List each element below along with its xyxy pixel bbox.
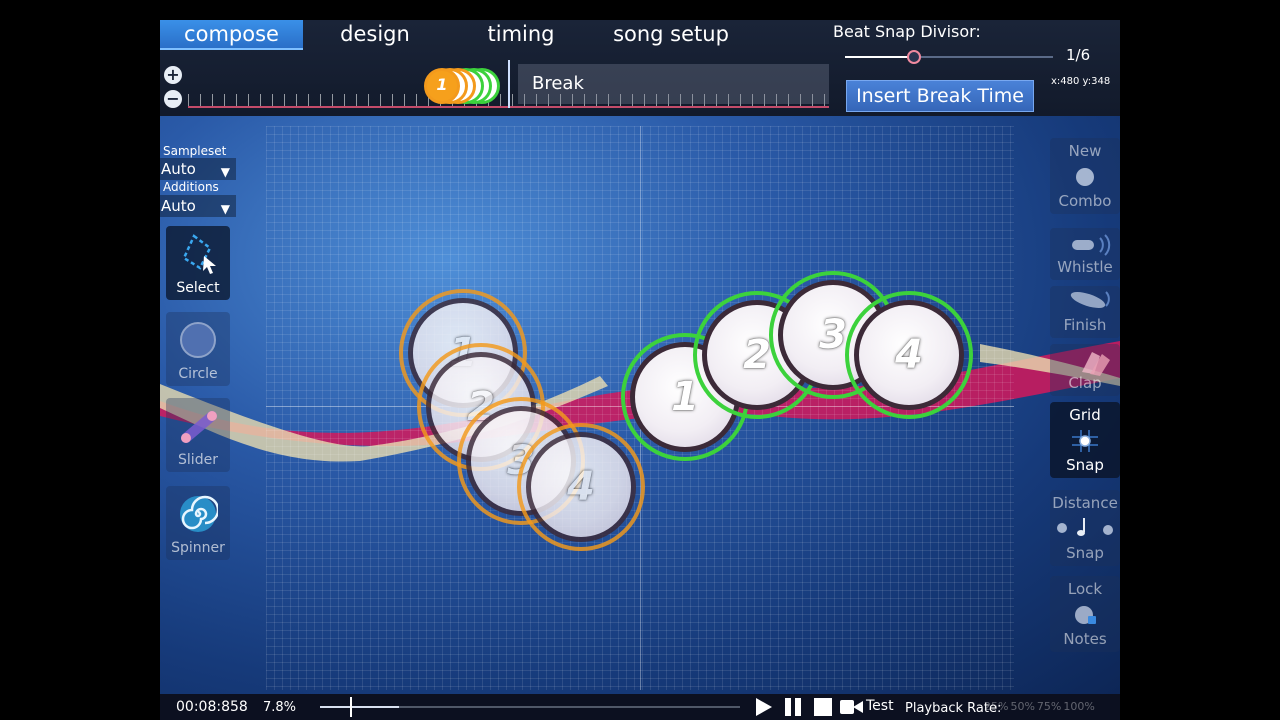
combo-number: 4 [567,464,595,510]
playback-rate-options: 25% 50% 75% 100% [984,700,1095,713]
whistle-label: Whistle [1057,258,1113,276]
playback-rate-option[interactable]: 50% [1010,700,1034,713]
break-label: Break [532,73,584,94]
current-time: 00:08:858 [176,699,248,715]
finish-label: Finish [1063,316,1107,334]
clap-label: Clap [1068,374,1102,392]
additions-label: Additions [163,180,219,194]
tab-compose[interactable]: compose [160,20,303,50]
hit-circle[interactable]: 4 [845,291,973,419]
sampleset-dropdown[interactable]: Auto ▼ [160,158,236,180]
playfield[interactable]: 1 2 3 4 1 2 3 4 Sampleset Auto ▼ Additio… [160,116,1120,694]
tab-song-setup[interactable]: song setup [595,20,747,50]
top-bar: compose design timing song setup + − Bre… [160,20,1120,116]
camera-icon [840,700,863,714]
grid-snap-label-bottom: Snap [1066,456,1104,474]
insert-break-time-button[interactable]: Insert Break Time [846,80,1034,112]
grid-snap-toggle[interactable]: Grid Snap [1050,402,1120,478]
new-combo-icon [1076,168,1094,186]
timeline[interactable]: Break 1 [188,60,829,108]
chevron-down-icon: ▼ [220,165,230,179]
timeline-note-number: 1 [436,75,448,94]
mode-tabs: compose design timing song setup [160,20,747,50]
timeline-current-position[interactable] [508,60,510,108]
chevron-down-icon: ▼ [220,202,230,216]
whistle-toggle[interactable]: Whistle [1050,228,1120,280]
clap-icon [1082,352,1110,376]
pause-icon[interactable] [784,698,802,716]
editor-window: compose design timing song setup + − Bre… [160,20,1120,720]
tool-select-label: Select [176,280,220,296]
circle-icon [180,322,216,358]
tool-spinner[interactable]: Spinner [166,486,230,560]
test-label: Test [866,698,894,714]
hit-circle[interactable]: 4 [517,423,645,551]
beat-snap-fill [845,56,914,58]
playback-rate-option[interactable]: 25% [984,700,1008,713]
timeline-note[interactable]: 1 [424,68,460,104]
distance-snap-icon [1057,518,1113,536]
tool-circle[interactable]: Circle [166,312,230,386]
seek-bar-fill [320,706,399,708]
new-combo-label-bottom: Combo [1058,192,1112,210]
distance-snap-toggle[interactable]: Distance Snap [1050,490,1120,566]
play-icon[interactable] [756,698,772,716]
slider-icon [181,411,217,443]
lock-notes-toggle[interactable]: Lock Notes [1050,576,1120,652]
beat-snap-slider[interactable] [845,50,1053,64]
beat-snap-label: Beat Snap Divisor: [833,22,981,41]
sampleset-label: Sampleset [163,144,227,158]
playback-rate-option[interactable]: 100% [1063,700,1094,713]
cursor-coordinates: x:480 y:348 [1051,76,1111,87]
new-combo-toggle[interactable]: New Combo [1050,138,1120,214]
additions-value: Auto [161,197,196,215]
tool-slider-label: Slider [178,452,218,468]
select-icon [182,234,216,274]
seek-bar[interactable] [320,697,740,717]
lock-notes-label-bottom: Notes [1063,630,1107,648]
distance-snap-label-top: Distance [1052,494,1118,512]
seek-bar-playhead[interactable] [350,697,352,717]
whistle-icon [1072,234,1111,256]
sampleset-value: Auto [161,160,196,178]
beat-snap-value: 1/6 [1066,46,1091,64]
distance-snap-label-bottom: Snap [1066,544,1104,562]
bottom-bar: 00:08:858 7.8% Test Playback Rate: 25% 5… [160,694,1120,720]
tab-design[interactable]: design [303,20,447,50]
new-combo-label-top: New [1068,142,1102,160]
tool-slider[interactable]: Slider [166,398,230,472]
tool-select[interactable]: Select [166,226,230,300]
tool-spinner-label: Spinner [171,540,225,556]
tool-circle-label: Circle [178,366,218,382]
stop-icon[interactable] [814,698,832,716]
grid-snap-label-top: Grid [1069,406,1101,424]
lock-notes-label-top: Lock [1067,580,1103,598]
finish-icon [1070,291,1110,308]
zoom-in-icon[interactable]: + [164,66,182,84]
additions-dropdown[interactable]: Auto ▼ [160,195,236,217]
finish-toggle[interactable]: Finish [1050,286,1120,338]
combo-number: 4 [895,332,923,378]
playback-rate-option[interactable]: 75% [1037,700,1061,713]
break-region[interactable]: Break [518,64,829,104]
grid-snap-icon [1072,430,1098,452]
spinner-icon [180,495,218,532]
beat-snap-knob[interactable] [906,50,921,64]
lock-notes-icon [1075,606,1096,624]
zoom-out-icon[interactable]: − [164,90,182,108]
tab-timing[interactable]: timing [447,20,595,50]
song-progress-percent: 7.8% [263,700,297,715]
clap-toggle[interactable]: Clap [1050,344,1120,396]
test-button[interactable]: Test [840,698,896,716]
